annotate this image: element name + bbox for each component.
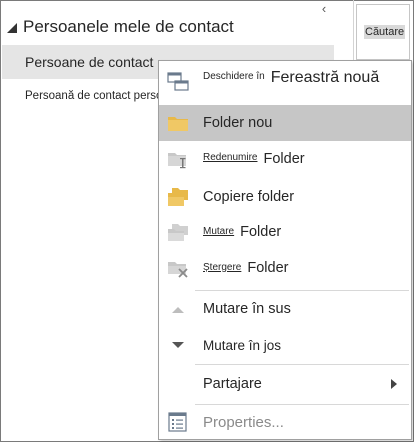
search-box[interactable]: Căutare: [356, 4, 410, 60]
folder-icon: [168, 117, 188, 131]
menu-item-move-folder[interactable]: Mutare Folder: [159, 214, 411, 250]
menu-item-properties[interactable]: Properties...: [159, 404, 411, 440]
delete-folder-label: Folder: [247, 260, 289, 276]
menu-separator: [195, 364, 409, 365]
rename-folder-label: Folder: [263, 151, 305, 167]
menu-item-move-up[interactable]: Mutare în sus: [159, 291, 411, 327]
properties-label: Properties...: [203, 413, 284, 431]
move-folder-icon: [168, 224, 188, 241]
move-up-label: Mutare în sus: [203, 301, 291, 317]
collapse-pane-icon[interactable]: ‹: [317, 1, 331, 17]
move-down-label: Mutare în jos: [203, 337, 282, 353]
delete-small-label: Ștergere: [203, 261, 242, 273]
context-menu: Deschidere în Fereastră nouă Folder nou …: [158, 60, 412, 440]
menu-item-open-new-window[interactable]: Deschidere în Fereastră nouă: [159, 63, 411, 99]
share-label: Partajare: [203, 376, 262, 392]
contacts-group-header[interactable]: Persoanele mele de contact: [7, 15, 234, 39]
menu-item-delete-folder[interactable]: Ștergere Folder: [159, 250, 411, 286]
properties-icon: [168, 412, 187, 432]
menu-item-copy-folder[interactable]: Copiere folder: [159, 179, 411, 215]
expand-triangle-icon[interactable]: [7, 23, 17, 33]
delete-folder-icon: [168, 262, 188, 278]
rename-folder-icon: [168, 153, 186, 169]
copy-folder-label: Copiere folder: [203, 189, 295, 205]
search-label: Căutare: [364, 25, 406, 39]
copy-folder-icon: [168, 188, 188, 206]
menu-item-move-down[interactable]: Mutare în jos: [159, 327, 411, 363]
new-folder-label: Folder nou: [203, 115, 273, 131]
menu-item-share[interactable]: Partajare: [159, 366, 411, 402]
open-in-label: Deschidere în: [203, 70, 265, 82]
new-window-label: Fereastră nouă: [270, 69, 380, 86]
menu-item-rename-folder[interactable]: Redenumire Folder: [159, 141, 411, 177]
rename-small-label: Redenumire: [203, 151, 258, 163]
menu-item-new-folder[interactable]: Folder nou: [159, 105, 411, 141]
move-small-label: Mutare: [203, 225, 235, 237]
move-folder-label: Folder: [240, 224, 282, 240]
arrow-up-icon: [172, 307, 184, 313]
arrow-down-icon: [172, 342, 184, 348]
submenu-arrow-icon: [391, 379, 397, 389]
nav-item-label: Persoane de contact: [25, 54, 154, 70]
new-window-icon: [167, 72, 189, 91]
group-title: Persoanele mele de contact: [23, 17, 234, 36]
